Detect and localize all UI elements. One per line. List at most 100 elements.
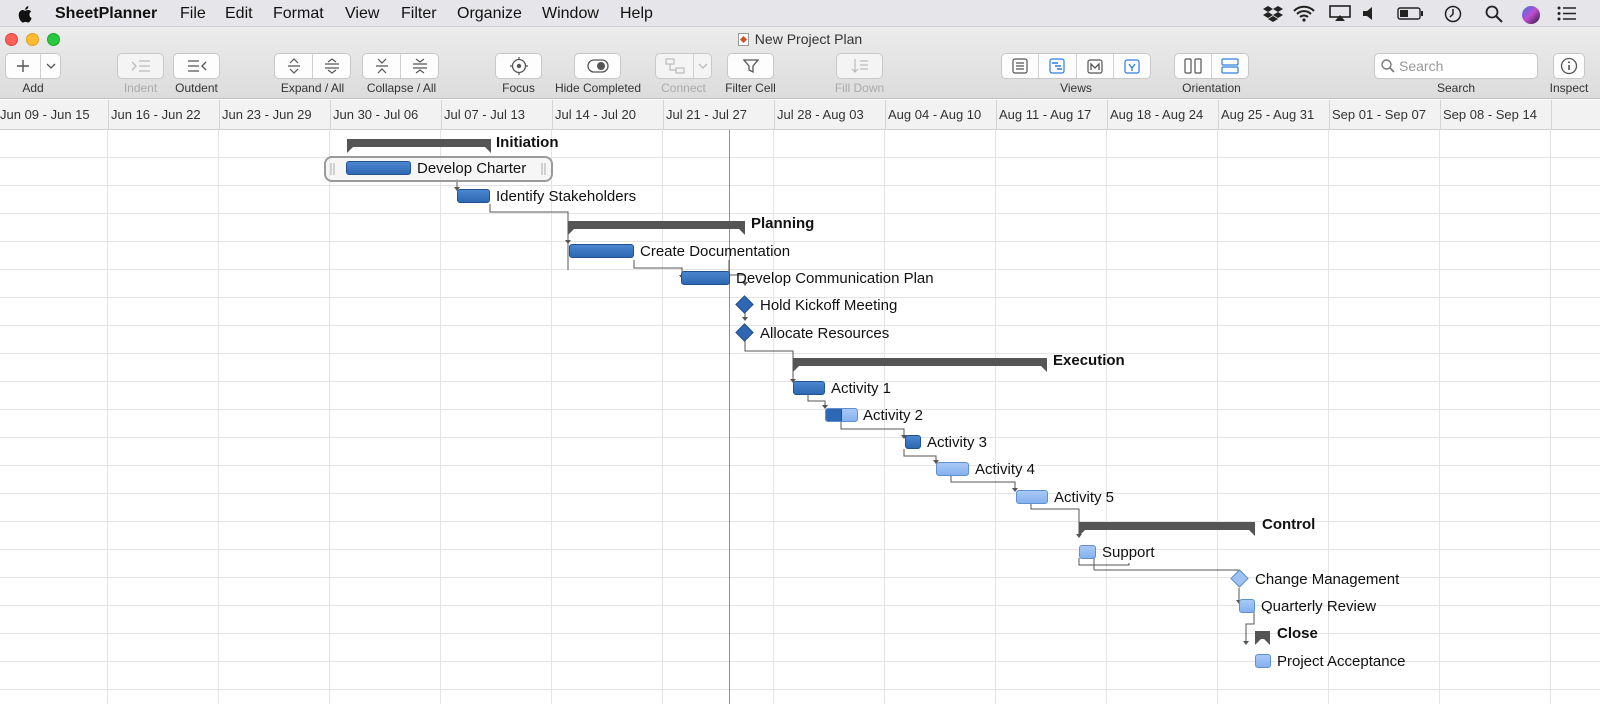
group-summary-bar[interactable] <box>1079 522 1255 536</box>
add-button[interactable] <box>5 53 61 79</box>
orientation-vertical-segment[interactable] <box>1175 54 1211 78</box>
hide-completed-button[interactable] <box>574 53 621 79</box>
battery-icon[interactable] <box>1397 5 1425 22</box>
task-bar[interactable] <box>936 462 969 476</box>
expand-all-segment[interactable] <box>312 54 350 78</box>
drag-handle-left-icon[interactable] <box>330 163 336 175</box>
filter-cell-button[interactable] <box>727 53 774 79</box>
task-bar[interactable] <box>681 271 730 285</box>
focus-button[interactable] <box>495 53 542 79</box>
week-header: Jun 16 - Jun 22 <box>109 100 220 130</box>
inspect-button[interactable] <box>1553 53 1585 79</box>
collapse-all-segment[interactable] <box>400 54 438 78</box>
view-year-segment[interactable] <box>1112 54 1150 78</box>
task-bar[interactable] <box>825 408 858 422</box>
week-header: Jul 28 - Aug 03 <box>775 100 886 130</box>
view-outline-segment[interactable] <box>1002 54 1038 78</box>
views-label: Views <box>1060 81 1092 95</box>
connect-button[interactable] <box>655 53 712 79</box>
task-label-control[interactable]: Control <box>1262 516 1315 533</box>
task-bar[interactable] <box>1239 599 1255 613</box>
task-label-change-management[interactable]: Change Management <box>1255 571 1399 588</box>
siri-icon[interactable] <box>1521 5 1541 25</box>
group-summary-bar[interactable] <box>1255 631 1270 645</box>
task-label-activity-2[interactable]: Activity 2 <box>863 407 923 424</box>
group-summary-bar[interactable] <box>568 221 745 235</box>
toggle-icon <box>586 59 609 73</box>
group-summary-bar[interactable] <box>793 358 1047 372</box>
menu-help[interactable]: Help <box>620 5 653 23</box>
week-header: Jul 07 - Jul 13 <box>442 100 553 130</box>
task-label-allocate-resources[interactable]: Allocate Resources <box>760 325 889 342</box>
indent-button[interactable] <box>117 53 164 79</box>
task-label-create-documentation[interactable]: Create Documentation <box>640 243 790 260</box>
wifi-icon[interactable] <box>1293 5 1315 22</box>
plus-icon <box>17 60 29 72</box>
task-label-close[interactable]: Close <box>1277 625 1318 642</box>
menu-window[interactable]: Window <box>542 5 599 23</box>
menu-edit[interactable]: Edit <box>225 5 253 23</box>
task-label-support[interactable]: Support <box>1102 544 1155 561</box>
connect-label: Connect <box>661 81 706 95</box>
search-label: Search <box>1436 81 1476 95</box>
views-segmented-control <box>1001 53 1151 79</box>
task-bar[interactable] <box>346 161 411 175</box>
task-bar[interactable] <box>905 435 921 449</box>
connect-dropdown-segment[interactable] <box>693 54 711 78</box>
fill-down-button[interactable] <box>836 53 883 79</box>
task-label-planning[interactable]: Planning <box>751 215 814 232</box>
week-header: Jul 21 - Jul 27 <box>664 100 775 130</box>
menu-format[interactable]: Format <box>273 5 324 23</box>
task-bar[interactable] <box>1079 545 1096 559</box>
collapse-segment[interactable] <box>363 54 400 78</box>
focus-icon <box>509 57 528 75</box>
indent-label: Indent <box>123 81 158 95</box>
notification-center-icon[interactable] <box>1557 5 1577 22</box>
add-plus-segment[interactable] <box>6 54 40 78</box>
task-bar[interactable] <box>1255 654 1271 668</box>
menu-filter[interactable]: Filter <box>401 5 437 23</box>
task-label-identify-stakeholders[interactable]: Identify Stakeholders <box>496 188 636 205</box>
task-label-develop-communication-plan[interactable]: Develop Communication Plan <box>736 270 934 287</box>
task-bar[interactable] <box>1016 490 1048 504</box>
menu-view[interactable]: View <box>345 5 379 23</box>
view-gantt-segment[interactable] <box>1038 54 1075 78</box>
connect-segment[interactable] <box>656 54 693 78</box>
apple-icon[interactable] <box>16 5 33 23</box>
menu-app-name[interactable]: SheetPlanner <box>55 5 157 23</box>
orientation-label: Orientation <box>1182 81 1241 95</box>
add-dropdown-segment[interactable] <box>40 54 60 78</box>
clock-icon[interactable] <box>1444 5 1462 23</box>
gantt-chart[interactable]: Initiation Develop Charter Identify Stak… <box>0 130 1600 704</box>
task-label-hold-kickoff-meeting[interactable]: Hold Kickoff Meeting <box>760 297 897 314</box>
task-label-quarterly-review[interactable]: Quarterly Review <box>1261 598 1376 615</box>
dropbox-icon[interactable] <box>1263 5 1283 22</box>
task-bar[interactable] <box>457 189 490 203</box>
group-summary-bar[interactable] <box>347 139 491 153</box>
drag-handle-right-icon[interactable] <box>541 163 547 175</box>
orientation-horizontal-segment[interactable] <box>1211 54 1248 78</box>
airplay-icon[interactable] <box>1329 5 1351 22</box>
task-label-develop-charter[interactable]: Develop Charter <box>417 160 526 177</box>
task-label-initiation[interactable]: Initiation <box>496 134 559 151</box>
search-input[interactable] <box>1399 57 1533 75</box>
task-bar[interactable] <box>569 244 634 258</box>
outdent-button[interactable] <box>173 53 220 79</box>
task-label-activity-5[interactable]: Activity 5 <box>1054 489 1114 506</box>
task-label-activity-1[interactable]: Activity 1 <box>831 380 891 397</box>
task-label-project-acceptance[interactable]: Project Acceptance <box>1277 653 1405 670</box>
collapse-label: Collapse / All <box>366 81 437 95</box>
split-vertical-icon <box>1184 58 1202 74</box>
search-field[interactable] <box>1374 53 1538 79</box>
task-label-activity-4[interactable]: Activity 4 <box>975 461 1035 478</box>
spotlight-search-icon[interactable] <box>1485 5 1503 23</box>
volume-icon[interactable] <box>1362 5 1378 22</box>
expand-segment[interactable] <box>275 54 312 78</box>
view-month-segment[interactable] <box>1075 54 1113 78</box>
task-bar[interactable] <box>793 381 825 395</box>
task-label-activity-3[interactable]: Activity 3 <box>927 434 987 451</box>
task-label-execution[interactable]: Execution <box>1053 352 1125 369</box>
menu-organize[interactable]: Organize <box>457 5 522 23</box>
orientation-segmented-control <box>1174 53 1249 79</box>
menu-file[interactable]: File <box>180 5 206 23</box>
